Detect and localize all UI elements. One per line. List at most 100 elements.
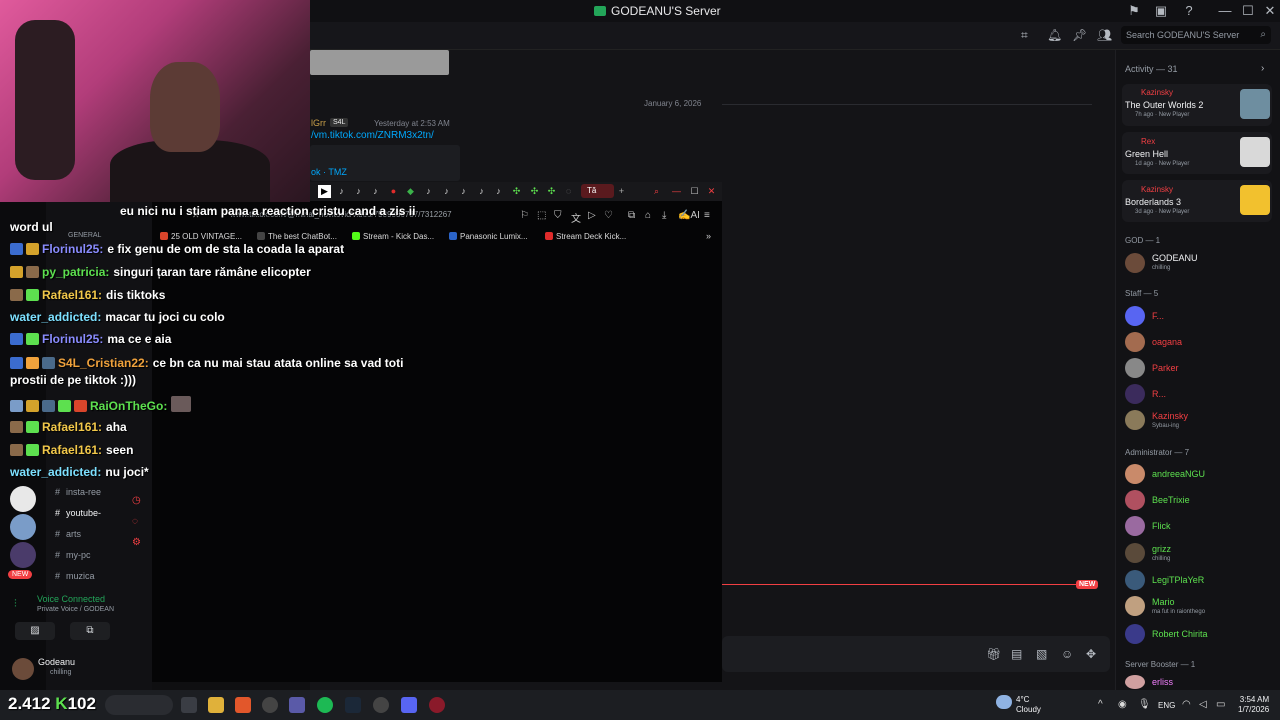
tiktok-tab-icon[interactable]: ♪ xyxy=(457,185,470,198)
tiktok-tab-icon[interactable]: ♪ xyxy=(475,185,488,198)
gift-icon[interactable]: 🎁︎ xyxy=(986,647,1001,661)
bookmark-icon[interactable]: ⚐ xyxy=(520,210,529,221)
menu-icon[interactable]: ≡ xyxy=(704,210,710,221)
apps-icon[interactable]: ✥ xyxy=(1086,647,1096,661)
avatar[interactable] xyxy=(12,658,34,680)
chat-icon[interactable]: ◌ xyxy=(132,516,138,527)
chevron-right-icon[interactable]: › xyxy=(1261,63,1264,74)
member-name[interactable]: GODEANU xyxy=(1152,253,1198,263)
tiktok-tab-icon[interactable]: ♪ xyxy=(440,185,453,198)
member-name[interactable]: BeeTrixie xyxy=(1152,495,1190,505)
task-view-icon[interactable] xyxy=(181,697,197,713)
member-name[interactable]: erliss xyxy=(1152,677,1173,687)
obs-icon[interactable] xyxy=(373,697,389,713)
message-composer[interactable] xyxy=(722,636,1110,672)
shield-icon[interactable]: ⛉ xyxy=(554,210,562,221)
close-button[interactable]: ✕ xyxy=(1262,3,1278,19)
channel-item[interactable]: # muzica xyxy=(55,571,95,581)
chevron-up-icon[interactable]: ^ xyxy=(1098,699,1103,710)
member-name[interactable]: Flick xyxy=(1152,521,1171,531)
avatar[interactable] xyxy=(1125,516,1145,536)
steam-icon[interactable] xyxy=(345,697,361,713)
tiktok-tab-icon[interactable]: ♪ xyxy=(369,185,382,198)
bookmark-item[interactable]: Stream Deck Kick... xyxy=(545,232,626,241)
avatar[interactable] xyxy=(1125,464,1145,484)
sticker-icon[interactable]: ▧ xyxy=(1036,647,1047,661)
tiktok-tab-icon[interactable]: ♪ xyxy=(335,185,348,198)
settings-icon[interactable]: ⚙ xyxy=(132,537,141,548)
play-icon[interactable]: ▷ xyxy=(588,210,596,221)
new-tab-button[interactable]: + xyxy=(615,185,628,198)
embed-title[interactable]: ok · TMZ xyxy=(311,167,347,177)
channel-item[interactable]: # arts xyxy=(55,529,81,539)
maximize-button[interactable]: ☐ xyxy=(1240,3,1256,19)
maps-tab-icon[interactable]: ◆ xyxy=(404,185,417,198)
tiktok-tab-icon[interactable]: ♪ xyxy=(422,185,435,198)
screen-share-icon[interactable]: ▣ xyxy=(1153,3,1169,19)
message-author[interactable]: lGrr xyxy=(311,118,326,128)
threads-icon[interactable]: ⌗ xyxy=(1021,28,1028,43)
member-name[interactable]: F... xyxy=(1152,311,1164,321)
screenshot-icon[interactable]: ⬚ xyxy=(537,210,546,221)
voice-status[interactable]: Voice Connected xyxy=(37,594,105,604)
member-name[interactable]: R... xyxy=(1152,389,1166,399)
member-name[interactable]: andreeaNGU xyxy=(1152,469,1205,479)
member-name[interactable]: grizz xyxy=(1152,544,1171,554)
minimize-button[interactable]: — xyxy=(1217,3,1233,19)
member-name[interactable]: Kazinsky xyxy=(1152,411,1188,421)
members-icon[interactable]: 👥︎ xyxy=(1097,28,1112,42)
avatar[interactable] xyxy=(1125,358,1145,378)
store-icon[interactable] xyxy=(289,697,305,713)
emoji-icon[interactable]: ☺ xyxy=(1061,647,1073,661)
avatar[interactable] xyxy=(1125,624,1145,644)
translate-icon[interactable]: 文 xyxy=(571,210,581,225)
message-image[interactable] xyxy=(310,50,449,75)
spotify-icon[interactable] xyxy=(317,697,333,713)
channel-item[interactable]: # youtube- xyxy=(55,508,101,518)
avatar[interactable] xyxy=(1125,596,1145,616)
voice-location[interactable]: Private Voice / GODEAN xyxy=(37,606,114,613)
minimize-browser-button[interactable]: — xyxy=(670,185,683,198)
loading-tab-icon[interactable]: ◌ xyxy=(562,185,575,198)
server-icon[interactable] xyxy=(10,514,36,540)
bell-icon[interactable]: 🔔︎ xyxy=(1047,28,1062,42)
tab-favicon-icon[interactable]: ▶ xyxy=(318,185,331,198)
kick-tab-icon[interactable]: ✣ xyxy=(510,185,523,198)
member-name[interactable]: Mario xyxy=(1152,597,1175,607)
avatar[interactable] xyxy=(1125,543,1145,563)
brave-icon[interactable] xyxy=(235,697,251,713)
kick-tab-icon[interactable]: ✣ xyxy=(545,185,558,198)
avatar[interactable] xyxy=(1125,253,1145,273)
wallet-icon[interactable]: ⌂ xyxy=(645,210,651,221)
mic-icon[interactable]: 🎙︎ xyxy=(1138,699,1151,710)
ai-button[interactable]: ✍AI xyxy=(678,210,700,221)
record-tab-icon[interactable]: ● xyxy=(387,185,400,198)
tiktok-tab-icon[interactable]: ♪ xyxy=(492,185,505,198)
pin-icon[interactable]: 📌︎ xyxy=(1072,28,1087,42)
search-input[interactable]: Search GODEANU'S Server ⌕ xyxy=(1121,26,1271,44)
app-icon[interactable] xyxy=(429,697,445,713)
gif-icon[interactable]: ▤ xyxy=(1011,647,1022,661)
discord-icon[interactable] xyxy=(401,697,417,713)
maximize-browser-button[interactable]: ☐ xyxy=(688,185,701,198)
inbox-icon[interactable]: ⚑ xyxy=(1126,3,1142,19)
tiktok-tab-icon[interactable]: ♪ xyxy=(352,185,365,198)
battery-icon[interactable]: ▭ xyxy=(1216,699,1225,710)
member-name[interactable]: Robert Chirita xyxy=(1152,629,1208,639)
file-explorer-icon[interactable] xyxy=(208,697,224,713)
search-tabs-icon[interactable]: ⌕ xyxy=(650,185,663,198)
channel-item[interactable]: # my-pc xyxy=(55,550,91,560)
heart-icon[interactable]: ♡ xyxy=(604,210,613,221)
member-name[interactable]: Parker xyxy=(1152,363,1179,373)
avatar[interactable] xyxy=(1125,332,1145,352)
language-indicator[interactable]: ENG xyxy=(1158,701,1175,710)
avatar[interactable] xyxy=(1125,384,1145,404)
avatar[interactable] xyxy=(1125,306,1145,326)
extensions-icon[interactable]: ⧉ xyxy=(628,210,635,221)
camera-off-button[interactable]: ▨ xyxy=(15,622,55,640)
download-icon[interactable]: ⤓ xyxy=(662,210,666,221)
kick-tab-icon[interactable]: ✣ xyxy=(528,185,541,198)
settings-icon[interactable] xyxy=(262,697,278,713)
help-icon[interactable]: ? xyxy=(1181,3,1197,19)
clock[interactable]: 3:54 AM 1/7/2026 xyxy=(1238,695,1269,715)
